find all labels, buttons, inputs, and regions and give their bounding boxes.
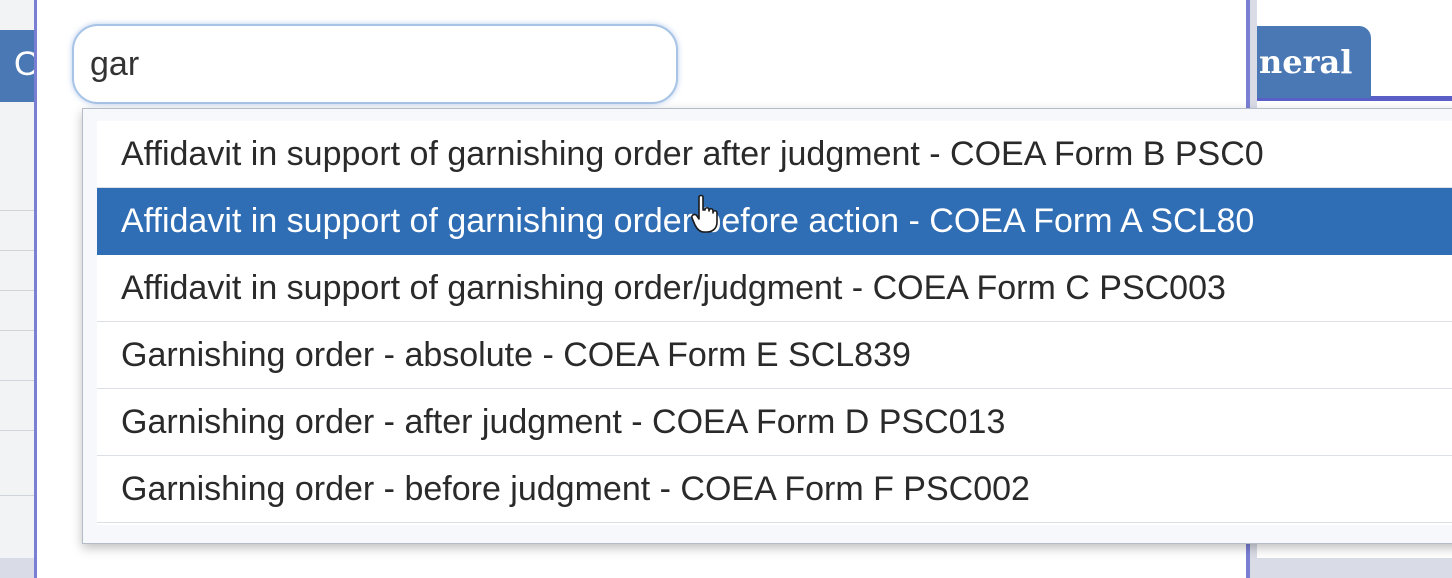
background-divider (0, 495, 34, 496)
background-divider (0, 330, 34, 331)
autocomplete-option-highlighted[interactable]: Affidavit in support of garnishing order… (97, 188, 1452, 255)
autocomplete-list: Affidavit in support of garnishing order… (97, 121, 1452, 525)
autocomplete-option[interactable]: Garnishing order - after judgment - COEA… (97, 389, 1452, 456)
background-left-glyph: O (14, 45, 34, 83)
background-divider (0, 250, 34, 251)
background-divider (0, 290, 34, 291)
autocomplete-option[interactable]: Affidavit in support of garnishing order… (97, 121, 1452, 188)
search-input[interactable] (72, 24, 678, 104)
background-left-header: O (0, 30, 34, 102)
background-divider (0, 380, 34, 381)
hand-pointer-icon (691, 194, 718, 233)
tab-general[interactable]: neral (1257, 26, 1371, 98)
background-divider (0, 210, 34, 211)
autocomplete-option[interactable]: Garnishing order - before judgment - COE… (97, 456, 1452, 523)
autocomplete-dropdown: Affidavit in support of garnishing order… (82, 108, 1452, 544)
autocomplete-option[interactable]: Affidavit in support of garnishing order… (97, 255, 1452, 322)
background-divider (0, 430, 34, 431)
autocomplete-option[interactable]: Garnishing order - absolute - COEA Form … (97, 322, 1452, 389)
